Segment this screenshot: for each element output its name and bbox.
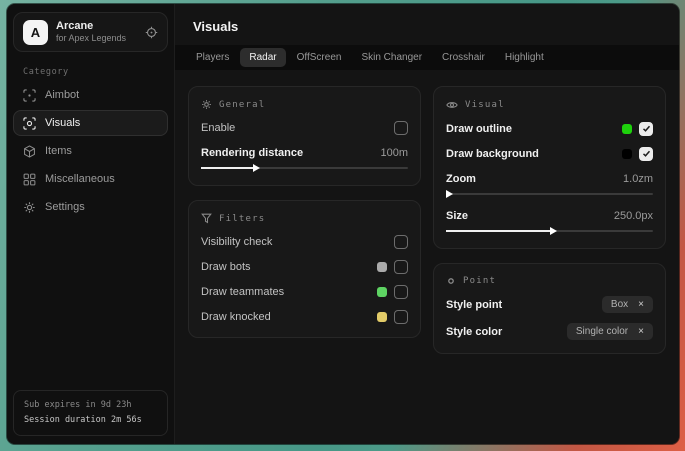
- slider-thumb[interactable]: [253, 164, 260, 172]
- sidebar-item-settings[interactable]: Settings: [13, 194, 168, 220]
- gear-icon: [201, 99, 212, 110]
- sidebar-item-items[interactable]: Items: [13, 138, 168, 164]
- slider-thumb[interactable]: [446, 190, 453, 198]
- point-icon: [446, 276, 456, 286]
- sidebar-item-aimbot[interactable]: Aimbot: [13, 82, 168, 108]
- panel-title: Point: [463, 276, 496, 286]
- app-logo: A: [23, 20, 48, 45]
- content-area: General Enable Rendering distance: [175, 70, 679, 444]
- size-label: Size: [446, 210, 468, 222]
- app-subtitle: for Apex Legends: [56, 33, 126, 44]
- draw-outline-checkbox[interactable]: [639, 122, 653, 136]
- tab-skin-changer[interactable]: Skin Changer: [352, 48, 431, 67]
- size-slider[interactable]: [446, 227, 653, 235]
- tab-radar[interactable]: Radar: [240, 48, 285, 67]
- enable-row: Enable: [201, 120, 408, 135]
- style-point-row: Style point Box ×: [446, 296, 653, 313]
- draw-teammates-label: Draw teammates: [201, 286, 284, 298]
- draw-outline-row: Draw outline: [446, 121, 653, 136]
- draw-background-row: Draw background: [446, 146, 653, 161]
- app-window: A Arcane for Apex Legends Category: [7, 4, 679, 444]
- zoom-value: 1.0zm: [623, 173, 653, 185]
- draw-knocked-checkbox[interactable]: [394, 310, 408, 324]
- sub-expiry-text: Sub expires in 9d 23h: [24, 398, 157, 413]
- app-name: Arcane: [56, 20, 126, 34]
- rendering-distance-value: 100m: [380, 147, 408, 159]
- panel-title: Filters: [219, 214, 265, 224]
- panel-title: General: [219, 100, 265, 110]
- sidebar-item-label: Miscellaneous: [45, 173, 115, 185]
- target-icon[interactable]: [145, 26, 158, 39]
- category-label: Category: [23, 67, 174, 77]
- draw-bots-row: Draw bots: [201, 259, 408, 274]
- filters-panel: Filters Visibility check Draw bots: [188, 200, 421, 338]
- sidebar-item-label: Items: [45, 145, 72, 157]
- style-color-row: Style color Single color ×: [446, 323, 653, 340]
- eye-scan-icon: [23, 117, 36, 130]
- sidebar-item-label: Visuals: [45, 117, 80, 129]
- draw-outline-color-swatch[interactable]: [622, 124, 632, 134]
- zoom-slider[interactable]: [446, 190, 653, 198]
- draw-bots-color-swatch[interactable]: [377, 262, 387, 272]
- panel-title: Visual: [465, 100, 505, 110]
- style-color-tag[interactable]: Single color ×: [567, 323, 653, 340]
- style-point-tag[interactable]: Box ×: [602, 296, 653, 313]
- cube-icon: [23, 145, 36, 158]
- rendering-distance-slider[interactable]: [201, 164, 408, 172]
- remove-icon[interactable]: ×: [638, 300, 644, 310]
- page-title: Visuals: [175, 4, 679, 45]
- desktop-background: A Arcane for Apex Legends Category: [0, 0, 685, 451]
- visibility-check-label: Visibility check: [201, 236, 272, 248]
- general-panel: General Enable Rendering distance: [188, 86, 421, 186]
- draw-background-color-swatch[interactable]: [622, 149, 632, 159]
- draw-outline-label: Draw outline: [446, 123, 512, 135]
- enable-label: Enable: [201, 122, 235, 134]
- eye-icon: [446, 99, 458, 111]
- style-color-label: Style color: [446, 326, 502, 338]
- style-point-label: Style point: [446, 299, 502, 311]
- tab-highlight[interactable]: Highlight: [496, 48, 553, 67]
- sidebar-item-visuals[interactable]: Visuals: [13, 110, 168, 136]
- visual-panel: Visual Draw outline: [433, 86, 666, 249]
- sidebar: A Arcane for Apex Legends Category: [7, 4, 175, 444]
- size-row: Size 250.0px: [446, 208, 653, 223]
- draw-knocked-row: Draw knocked: [201, 309, 408, 324]
- tab-offscreen[interactable]: OffScreen: [288, 48, 351, 67]
- rendering-distance-label: Rendering distance: [201, 147, 303, 159]
- sidebar-item-label: Settings: [45, 201, 85, 213]
- app-header-card: A Arcane for Apex Legends: [13, 12, 168, 52]
- crosshair-icon: [23, 89, 36, 102]
- zoom-label: Zoom: [446, 173, 476, 185]
- session-duration-text: Session duration 2m 56s: [24, 413, 157, 428]
- draw-teammates-color-swatch[interactable]: [377, 287, 387, 297]
- draw-background-checkbox[interactable]: [639, 147, 653, 161]
- gear-icon: [23, 201, 36, 214]
- draw-knocked-label: Draw knocked: [201, 311, 271, 323]
- tab-players[interactable]: Players: [187, 48, 238, 67]
- visibility-check-row: Visibility check: [201, 234, 408, 249]
- slider-thumb[interactable]: [550, 227, 557, 235]
- funnel-icon: [201, 213, 212, 224]
- enable-checkbox[interactable]: [394, 121, 408, 135]
- draw-background-label: Draw background: [446, 148, 539, 160]
- sidebar-item-label: Aimbot: [45, 89, 79, 101]
- draw-teammates-row: Draw teammates: [201, 284, 408, 299]
- remove-icon[interactable]: ×: [638, 327, 644, 337]
- draw-bots-label: Draw bots: [201, 261, 251, 273]
- visibility-check-checkbox[interactable]: [394, 235, 408, 249]
- session-info-card: Sub expires in 9d 23h Session duration 2…: [13, 390, 168, 436]
- tab-bar: Players Radar OffScreen Skin Changer Cro…: [175, 45, 679, 70]
- draw-knocked-color-swatch[interactable]: [377, 312, 387, 322]
- sidebar-item-miscellaneous[interactable]: Miscellaneous: [13, 166, 168, 192]
- rendering-distance-row: Rendering distance 100m: [201, 145, 408, 160]
- zoom-row: Zoom 1.0zm: [446, 171, 653, 186]
- tab-crosshair[interactable]: Crosshair: [433, 48, 494, 67]
- grid-icon: [23, 173, 36, 186]
- draw-bots-checkbox[interactable]: [394, 260, 408, 274]
- main-area: Visuals Players Radar OffScreen Skin Cha…: [175, 4, 679, 444]
- size-value: 250.0px: [614, 210, 653, 222]
- point-panel: Point Style point Box ×: [433, 263, 666, 354]
- draw-teammates-checkbox[interactable]: [394, 285, 408, 299]
